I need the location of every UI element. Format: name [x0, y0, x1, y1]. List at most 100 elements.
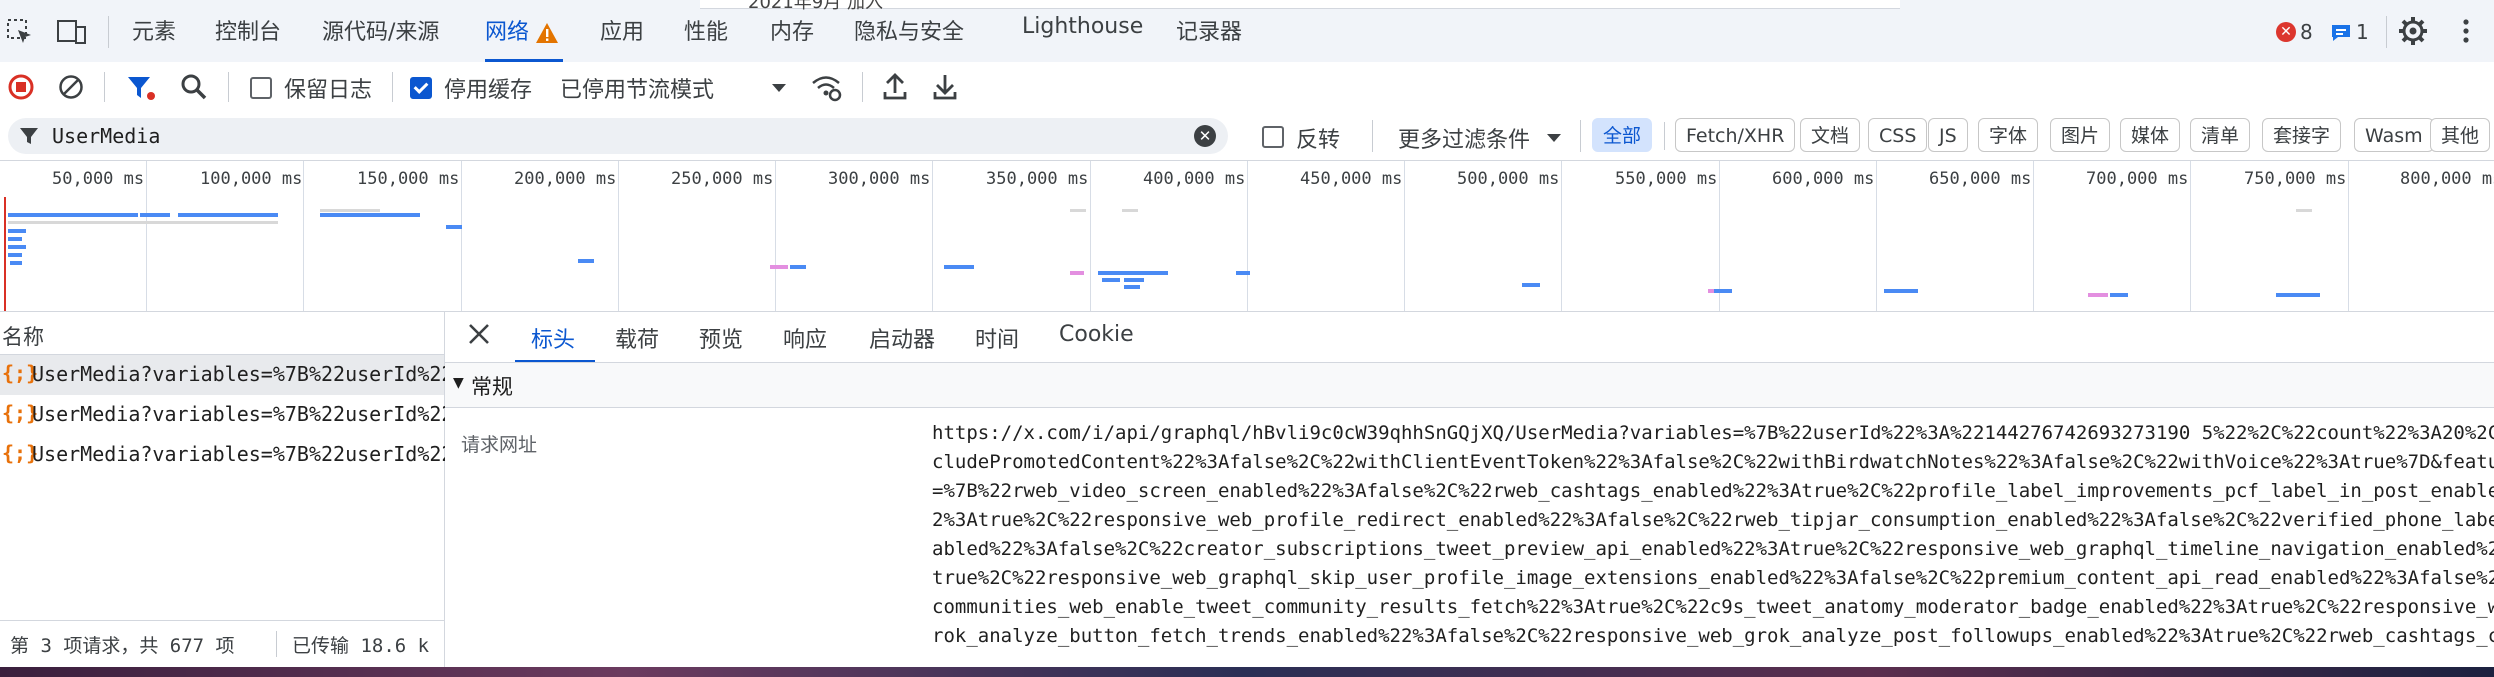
activity-bar [8, 237, 22, 241]
type-filter-doc[interactable]: 文档 [1800, 118, 1861, 152]
filter-icon[interactable] [126, 74, 156, 102]
grid-line [775, 161, 776, 311]
grid-line [1876, 161, 1877, 311]
activity-bar [1070, 209, 1086, 212]
tab-elements[interactable]: 元素 [132, 14, 176, 46]
tab-payload[interactable]: 载荷 [615, 322, 659, 354]
device-toolbar-icon[interactable] [56, 18, 88, 46]
time-tick: 650,000 ms [1929, 169, 2032, 189]
activity-bar [140, 213, 170, 217]
activity-bar [320, 209, 380, 212]
tab-preview[interactable]: 预览 [699, 322, 743, 354]
tab-headers[interactable]: 标头 [531, 322, 575, 354]
tab-application[interactable]: 应用 [600, 14, 644, 46]
network-toolbar: 保留日志 停用缓存 已停用节流模式 [0, 62, 2494, 113]
grid-line [2348, 161, 2349, 311]
time-tick: 50,000 ms [52, 169, 145, 189]
type-filter-js[interactable]: JS [1928, 118, 1968, 152]
activity-bar [1122, 209, 1138, 212]
activity-bar [8, 253, 22, 257]
disable-cache-label: 停用缓存 [444, 78, 533, 103]
divider [392, 72, 393, 102]
grid-line [303, 161, 304, 311]
filter-input[interactable] [50, 120, 1174, 152]
import-har-icon[interactable] [882, 73, 908, 101]
record-stop-icon[interactable] [8, 74, 34, 100]
time-tick: 500,000 ms [1457, 169, 1560, 189]
filter-funnel-icon [20, 128, 38, 144]
filter-input-container: ✕ [8, 118, 1228, 154]
type-filter-all[interactable]: 全部 [1592, 118, 1653, 152]
activity-bar [770, 265, 788, 269]
activity-bar [8, 245, 26, 249]
time-tick: 550,000 ms [1615, 169, 1718, 189]
request-row[interactable]: {;} UserMedia?variables=%7B%22userId%22%… [0, 435, 706, 475]
tab-memory[interactable]: 内存 [770, 14, 814, 46]
tab-privacy-security[interactable]: 隐私与安全 [854, 14, 964, 46]
tab-performance[interactable]: 性能 [684, 14, 728, 46]
activity-bar [2088, 293, 2108, 297]
url-line: abled%22%3Afalse%2C%22creator_subscripti… [932, 538, 2494, 560]
preserve-log-checkbox[interactable] [250, 77, 272, 99]
grid-line [1247, 161, 1248, 311]
activity-bar [944, 265, 974, 269]
grid-line [932, 161, 933, 311]
filter-bar: ✕ 反转 更多过滤条件 全部 Fetch/XHR 文档 CSS JS 字体 图片… [0, 112, 2494, 161]
disable-cache-checkbox[interactable] [410, 77, 432, 99]
activity-bar [1522, 283, 1540, 287]
export-har-icon[interactable] [932, 73, 958, 101]
tab-console[interactable]: 控制台 [215, 14, 281, 46]
network-conditions-icon[interactable] [810, 72, 842, 102]
tab-sources[interactable]: 源代码/来源 [322, 14, 439, 46]
divider [1580, 120, 1581, 152]
invert-label: 反转 [1296, 128, 1341, 153]
activity-bar [8, 229, 26, 233]
activity-bar [1236, 271, 1250, 275]
type-filter-manifest[interactable]: 清单 [2190, 118, 2251, 152]
type-filter-css[interactable]: CSS [1868, 118, 1928, 152]
close-details-icon[interactable] [467, 322, 491, 346]
activity-bar [2276, 293, 2320, 297]
expand-triangle-icon: ▼ [453, 375, 464, 391]
tab-recorder[interactable]: 记录器 [1176, 14, 1242, 46]
type-filter-wasm[interactable]: Wasm [2354, 118, 2434, 152]
network-overview[interactable]: 50,000 ms 100,000 ms 150,000 ms 200,000 … [0, 161, 2494, 312]
divider [1664, 122, 1665, 150]
type-filter-socket[interactable]: 套接字 [2262, 118, 2342, 152]
request-details-pane: 标头 载荷 预览 响应 启动器 时间 Cookie ▼ 常规 请求网址 http… [445, 312, 2494, 677]
type-filter-other[interactable]: 其他 [2430, 118, 2491, 152]
background-page-text: 2021年9月 加入 [748, 0, 883, 13]
tab-initiator[interactable]: 启动器 [869, 322, 935, 354]
tab-response[interactable]: 响应 [783, 322, 827, 354]
activity-bar [1070, 271, 1084, 275]
invert-checkbox[interactable] [1262, 126, 1284, 148]
kebab-menu-icon[interactable] [2458, 16, 2474, 46]
name-column-header[interactable]: 名称 [2, 321, 44, 351]
page-peek-strip: 2021年9月 加入 [700, 0, 1900, 13]
tab-cookies[interactable]: Cookie [1059, 322, 1134, 347]
throttling-select[interactable]: 已停用节流模式 [556, 62, 796, 112]
tab-network[interactable]: 网络 [485, 14, 564, 62]
type-filter-img[interactable]: 图片 [2050, 118, 2111, 152]
request-url-value: https://x.com/i/api/graphql/hBvli9c0cW39… [445, 422, 2494, 677]
request-row[interactable]: {;} UserMedia?variables=%7B%22userId%22%… [0, 355, 706, 395]
type-filter-media[interactable]: 媒体 [2120, 118, 2181, 152]
type-filter-fetch-xhr[interactable]: Fetch/XHR [1675, 118, 1796, 152]
search-icon[interactable] [180, 73, 208, 101]
settings-gear-icon[interactable] [2398, 16, 2428, 46]
inspect-element-icon[interactable] [6, 18, 34, 46]
clear-icon[interactable] [58, 74, 84, 100]
url-line: true%2C%22responsive_web_graphql_skip_us… [932, 567, 2494, 589]
request-row[interactable]: {;} UserMedia?variables=%7B%22userId%22%… [0, 395, 706, 435]
type-filter-font[interactable]: 字体 [1978, 118, 2039, 152]
time-tick: 150,000 ms [357, 169, 460, 189]
activity-bar [446, 225, 462, 229]
more-filters-dropdown[interactable]: 更多过滤条件 [1398, 112, 1568, 160]
general-section-header[interactable]: ▼ 常规 [445, 363, 2494, 408]
tab-lighthouse[interactable]: Lighthouse [1022, 14, 1143, 39]
url-line: https://x.com/i/api/graphql/hBvli9c0cW39… [932, 422, 2494, 444]
divider [104, 72, 105, 102]
clear-filter-icon[interactable]: ✕ [1194, 125, 1216, 147]
activity-bar [1714, 289, 1732, 293]
tab-timing[interactable]: 时间 [975, 322, 1019, 354]
